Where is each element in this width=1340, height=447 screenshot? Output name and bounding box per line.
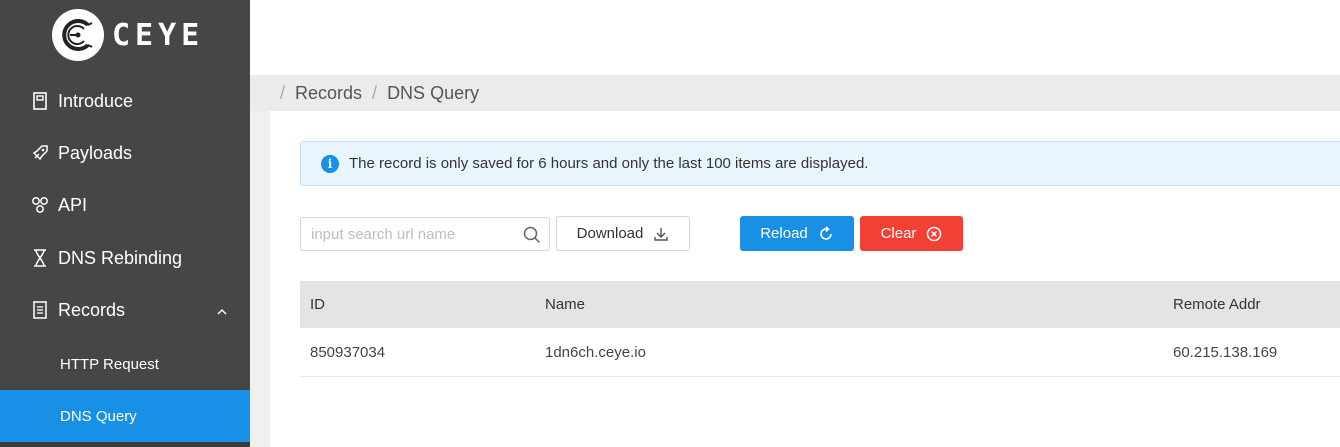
sidebar-item-label: DNS Rebinding (58, 247, 183, 268)
sidebar-item-label: Records (58, 299, 126, 320)
close-circle-icon (926, 226, 942, 242)
search-box (300, 217, 550, 251)
reload-icon (818, 225, 834, 242)
breadcrumb-separator: / (372, 82, 378, 103)
search-icon[interactable] (523, 226, 541, 249)
sidebar-item-label: Payloads (58, 142, 133, 163)
cell-remote-addr: 60.215.138.169 (1173, 343, 1278, 361)
logo[interactable]: CEYE (52, 8, 204, 62)
main-content: i The record is only saved for 6 hours a… (270, 111, 1340, 447)
reload-label: Reload (760, 225, 808, 242)
sidebar-item-dns-rebinding[interactable]: DNS Rebinding (0, 232, 250, 284)
column-header-id[interactable]: ID (310, 296, 325, 313)
reload-button[interactable]: Reload (740, 216, 854, 251)
sidebar-item-label: Introduce (58, 90, 134, 111)
breadcrumb-item-dns-query: DNS Query (387, 82, 480, 103)
logo-mark-icon (52, 9, 104, 61)
search-input[interactable] (301, 218, 511, 250)
download-label: Download (576, 225, 644, 242)
column-header-remote-addr[interactable]: Remote Addr (1173, 296, 1261, 313)
chevron-up-icon (216, 302, 228, 323)
breadcrumb-separator: / (280, 82, 286, 103)
sidebar-subitem-label: HTTP Request (60, 355, 159, 373)
api-icon (30, 195, 50, 215)
sidebar-item-records[interactable]: Records (0, 284, 250, 336)
sidebar: CEYE Introduce Payloads API DNS Rebindin… (0, 0, 250, 447)
sidebar-item-payloads[interactable]: Payloads (0, 127, 250, 179)
book-icon (30, 91, 50, 111)
sidebar-subitem-http-request[interactable]: HTTP Request (0, 338, 250, 390)
records-table: ID Name Remote Addr 850937034 1dn6ch.cey… (300, 281, 1340, 377)
info-alert: i The record is only saved for 6 hours a… (300, 141, 1340, 186)
table-header: ID Name Remote Addr (300, 281, 1340, 328)
cell-name: 1dn6ch.ceye.io (545, 343, 646, 361)
logo-text: CEYE (112, 17, 205, 53)
sidebar-item-introduce[interactable]: Introduce (0, 75, 250, 127)
sidebar-divider (0, 442, 250, 447)
top-header (250, 0, 1340, 75)
info-icon: i (321, 154, 339, 173)
document-icon (30, 300, 50, 320)
cell-id: 850937034 (310, 343, 386, 361)
clear-button[interactable]: Clear (860, 216, 963, 251)
rocket-icon (30, 143, 50, 163)
download-icon (653, 226, 669, 242)
table-row[interactable]: 850937034 1dn6ch.ceye.io 60.215.138.169 (300, 328, 1340, 377)
sidebar-subitem-dns-query[interactable]: DNS Query (0, 390, 250, 442)
alert-text: The record is only saved for 6 hours and… (349, 155, 869, 172)
sidebar-subitem-label: DNS Query (60, 407, 137, 425)
download-button[interactable]: Download (556, 216, 690, 251)
breadcrumb-item-records[interactable]: Records (295, 83, 362, 104)
column-header-name[interactable]: Name (545, 296, 585, 313)
sidebar-item-api[interactable]: API (0, 179, 250, 231)
sidebar-item-label: API (58, 194, 88, 215)
clear-label: Clear (880, 225, 917, 242)
hourglass-icon (30, 248, 50, 268)
breadcrumb: / Records / DNS Query (250, 75, 1340, 111)
